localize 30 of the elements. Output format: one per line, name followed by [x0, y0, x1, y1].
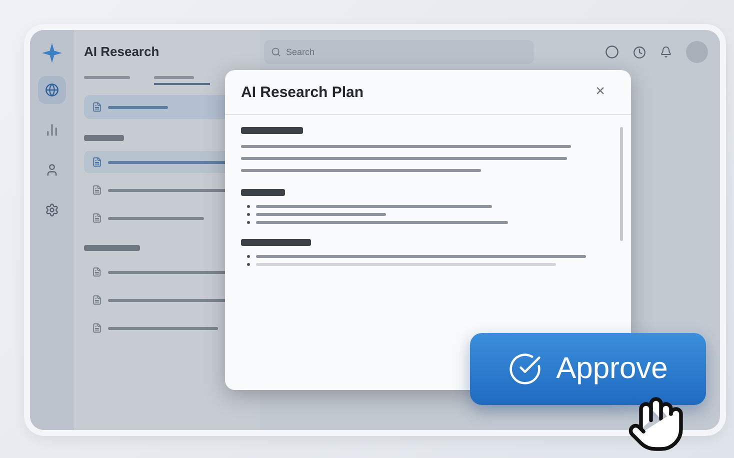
document-icon [92, 102, 102, 112]
group-heading-line [84, 135, 124, 141]
document-icon [92, 323, 102, 333]
bullet-dot [247, 255, 250, 258]
approve-button[interactable]: Approve [470, 333, 706, 405]
section-heading-line [241, 189, 285, 196]
search-icon [271, 47, 281, 57]
close-button[interactable]: × [590, 82, 611, 102]
group-heading-line [84, 245, 140, 251]
check-circle-icon [508, 352, 542, 386]
logo-icon [41, 42, 63, 64]
bullet-dot [247, 221, 250, 224]
bullet-dot [247, 263, 250, 266]
document-icon [92, 295, 102, 305]
document-icon [92, 185, 102, 195]
clock-icon[interactable] [633, 46, 646, 58]
document-icon [92, 157, 102, 167]
document-icon [92, 213, 102, 223]
section-heading-line [241, 127, 303, 134]
app-title: AI Research [84, 42, 160, 60]
dialog-title: AI Research Plan [241, 84, 364, 100]
search-field[interactable]: Search [264, 40, 534, 64]
bullet-dot [247, 213, 250, 216]
circle-icon[interactable] [605, 45, 619, 59]
document-icon [92, 267, 102, 277]
bullet-dot [247, 205, 250, 208]
bell-icon[interactable] [660, 46, 672, 58]
hand-cursor-icon [626, 394, 686, 454]
globe-icon[interactable] [38, 76, 66, 104]
section-heading-line [241, 239, 311, 246]
